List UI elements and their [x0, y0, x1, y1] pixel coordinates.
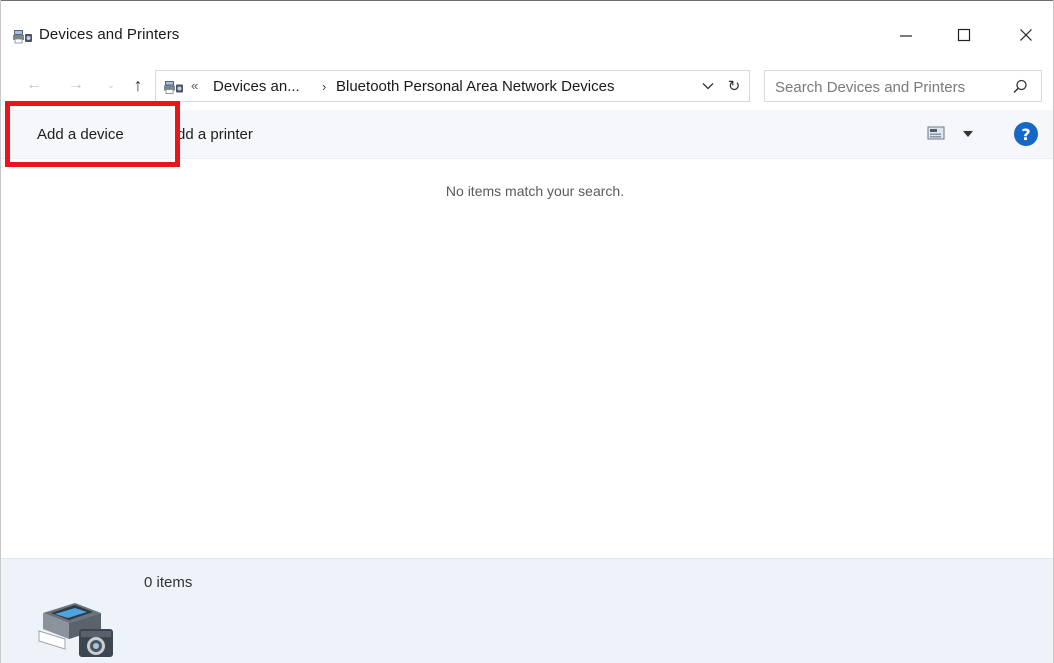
forward-button[interactable]: → — [65, 72, 87, 98]
search-box[interactable] — [764, 70, 1042, 102]
change-view-icon[interactable] — [927, 125, 949, 141]
refresh-button[interactable]: ↻ — [722, 75, 746, 97]
caret-down-icon — [963, 131, 973, 137]
help-icon[interactable]: ? — [1014, 122, 1038, 146]
devices-printers-icon — [164, 81, 183, 94]
window-title: Devices and Printers — [39, 26, 180, 43]
maximize-button[interactable] — [939, 15, 989, 55]
add-printer-button[interactable]: dd a printer — [171, 110, 301, 158]
item-count: 0 items — [144, 574, 193, 591]
maximize-icon — [957, 28, 971, 42]
chevron-down-icon — [702, 83, 714, 90]
close-icon — [1020, 29, 1032, 41]
view-options-dropdown[interactable] — [961, 127, 975, 141]
recent-locations-button[interactable]: ⌄ — [104, 72, 118, 98]
minimize-button[interactable] — [881, 15, 931, 55]
minimize-icon — [900, 35, 912, 37]
breadcrumb-separator[interactable]: › — [322, 79, 326, 94]
title-bar[interactable]: Devices and Printers — [1, 1, 1053, 65]
address-overflow-button[interactable]: « — [191, 78, 198, 93]
details-pane: 0 items — [1, 558, 1053, 663]
search-input[interactable] — [775, 77, 995, 97]
empty-state-message: No items match your search. — [445, 183, 625, 199]
close-button[interactable] — [1001, 15, 1051, 55]
address-history-dropdown[interactable] — [696, 75, 720, 97]
search-icon[interactable] — [1011, 78, 1029, 96]
items-view[interactable]: No items match your search. — [1, 159, 1053, 559]
back-button[interactable]: ← — [23, 72, 45, 98]
breadcrumb-bluetooth-pan-devices[interactable]: Bluetooth Personal Area Network Devices — [336, 78, 614, 95]
up-button[interactable]: ↑ — [127, 72, 149, 98]
devices-printers-icon — [13, 30, 32, 44]
devices-and-printers-window: Devices and Printers ← → ⌄ ↑ « Devices a… — [0, 0, 1054, 663]
breadcrumb-devices-and-printers[interactable]: Devices an... — [213, 78, 300, 95]
address-bar[interactable]: « Devices an... › Bluetooth Personal Are… — [155, 70, 750, 102]
highlight-annotation-box — [5, 101, 180, 167]
devices-printers-large-icon — [38, 603, 113, 657]
